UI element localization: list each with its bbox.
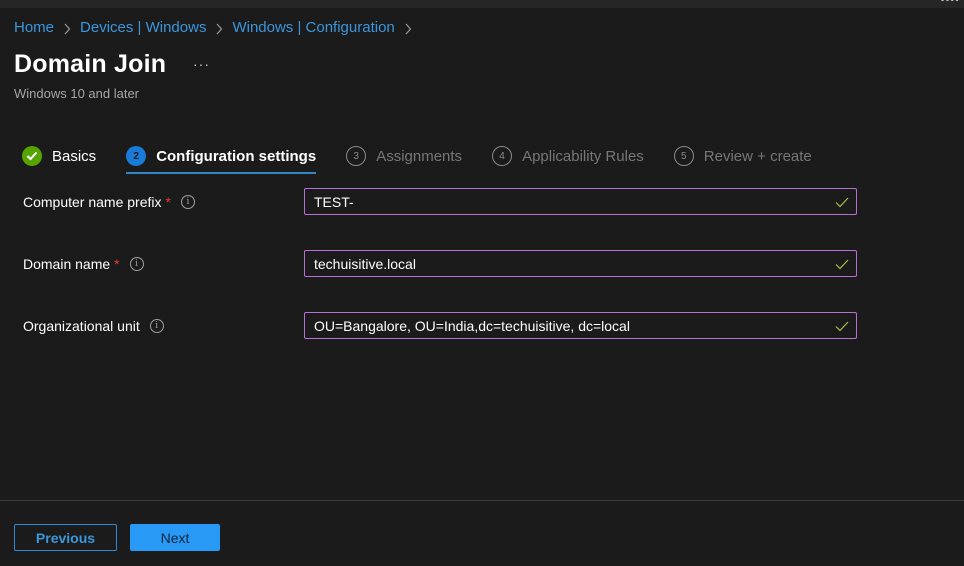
step-assignments[interactable]: 3 Assignments — [346, 143, 462, 169]
info-icon[interactable]: i — [180, 194, 195, 209]
info-icon[interactable]: i — [129, 256, 144, 271]
computer-name-prefix-field[interactable] — [304, 188, 857, 215]
organizational-unit-input[interactable] — [305, 313, 834, 338]
organizational-unit-field[interactable] — [304, 312, 857, 339]
computer-name-prefix-row: Computer name prefix * i — [23, 188, 858, 215]
wizard-steps: Basics 2 Configuration settings 3 Assign… — [22, 143, 842, 174]
checkmark-circle-icon — [22, 146, 42, 166]
previous-button[interactable]: Previous — [14, 524, 117, 551]
step-label: Applicability Rules — [522, 147, 644, 165]
domain-name-row: Domain name * i — [23, 250, 858, 277]
step-applicability-rules[interactable]: 4 Applicability Rules — [492, 143, 644, 169]
step-label: Basics — [52, 147, 97, 165]
step-number-icon: 2 — [126, 146, 147, 166]
next-button[interactable]: Next — [130, 524, 220, 551]
step-label: Assignments — [376, 147, 463, 165]
valid-check-icon — [835, 197, 849, 207]
chevron-right-icon — [404, 21, 412, 35]
computer-name-prefix-input[interactable] — [305, 189, 834, 214]
step-basics[interactable]: Basics — [22, 143, 96, 169]
step-review-create[interactable]: 5 Review + create — [673, 143, 812, 169]
more-options-button[interactable]: ··· — [193, 56, 210, 72]
domain-name-input[interactable] — [305, 251, 834, 276]
organizational-unit-row: Organizational unit i — [23, 312, 858, 339]
top-bar: •••• — [0, 0, 964, 8]
active-step-indicator — [126, 172, 317, 174]
domain-name-label: Domain name — [23, 255, 111, 272]
step-number-icon: 5 — [673, 146, 694, 166]
required-marker: * — [114, 255, 120, 272]
step-configuration-settings[interactable]: 2 Configuration settings — [126, 143, 317, 174]
page-title: Domain Join — [14, 50, 167, 78]
info-icon[interactable]: i — [149, 318, 164, 333]
breadcrumb-home[interactable]: Home — [14, 19, 54, 36]
chevron-right-icon — [63, 21, 71, 35]
breadcrumb: Home Devices | Windows Windows | Configu… — [14, 19, 421, 36]
top-bar-text-fragment: •••• — [940, 0, 960, 6]
step-number-icon: 4 — [492, 146, 513, 166]
domain-name-field[interactable] — [304, 250, 857, 277]
valid-check-icon — [835, 321, 849, 331]
step-label: Configuration settings — [156, 147, 317, 165]
page-subtitle: Windows 10 and later — [14, 86, 140, 101]
valid-check-icon — [835, 259, 849, 269]
organizational-unit-label: Organizational unit — [23, 317, 140, 334]
step-number-icon: 3 — [346, 146, 367, 166]
breadcrumb-windows-configuration[interactable]: Windows | Configuration — [232, 19, 394, 36]
breadcrumb-devices-windows[interactable]: Devices | Windows — [80, 19, 206, 36]
required-marker: * — [165, 193, 171, 210]
computer-name-prefix-label: Computer name prefix — [23, 193, 162, 210]
step-label: Review + create — [703, 147, 812, 165]
footer-divider — [0, 500, 964, 501]
chevron-right-icon — [215, 21, 223, 35]
